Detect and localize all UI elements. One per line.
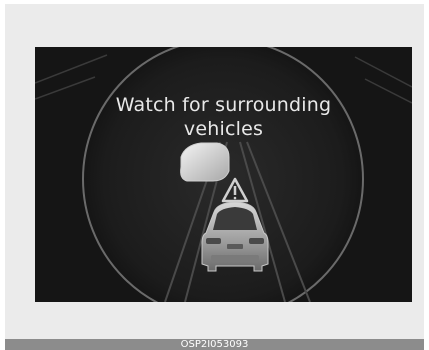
warning-message-line2: vehicles <box>183 118 264 140</box>
illustration-frame: Watch for surrounding vehicles <box>5 4 424 339</box>
cluster-graphics <box>35 47 412 302</box>
side-vehicle-icon <box>180 142 230 182</box>
figure-code-caption: OSP2I053093 <box>5 339 424 350</box>
cluster-display: Watch for surrounding vehicles <box>35 47 412 302</box>
warning-message-line1: Watch for surrounding <box>115 94 332 116</box>
